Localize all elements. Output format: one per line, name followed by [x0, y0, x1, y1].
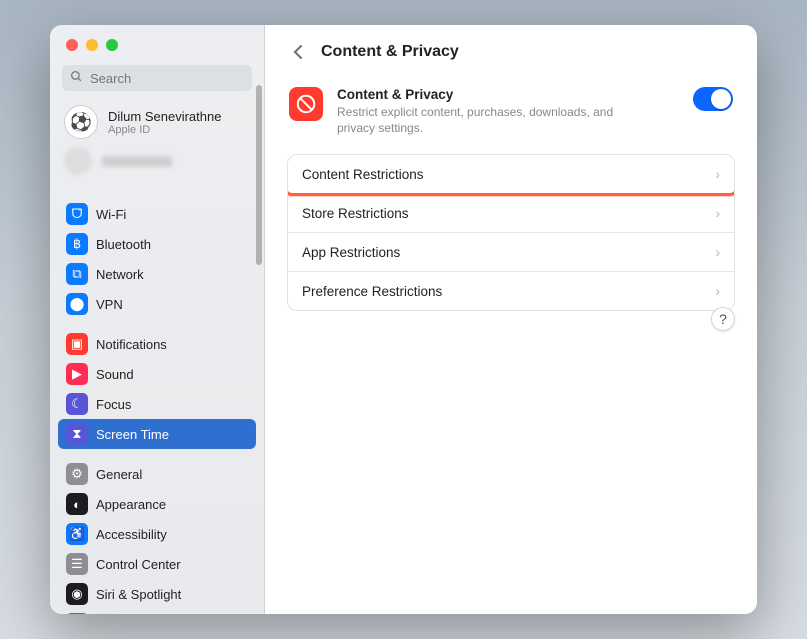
family-row[interactable] — [50, 145, 264, 185]
zoom-traffic-light[interactable] — [106, 39, 118, 51]
sound-icon: ▶ — [66, 363, 88, 385]
chevron-right-icon: › — [715, 166, 720, 182]
chevron-right-icon: › — [715, 205, 720, 221]
list-row-label: Store Restrictions — [302, 206, 409, 221]
user-sub: Apple ID — [108, 124, 221, 136]
card-desc: Restrict explicit content, purchases, do… — [337, 104, 637, 136]
content-privacy-icon — [289, 87, 323, 121]
sidebar-item-label: Sound — [96, 367, 134, 382]
sidebar-item-bluetooth[interactable]: ฿ Bluetooth — [58, 229, 256, 259]
sidebar-item-privacy-security[interactable]: ✋Privacy & Security — [58, 609, 256, 614]
avatar: ⚽ — [64, 105, 98, 139]
bluetooth-icon: ฿ — [66, 233, 88, 255]
content-privacy-toggle[interactable] — [693, 87, 733, 111]
sidebar-item-label: VPN — [96, 297, 123, 312]
list-row-label: App Restrictions — [302, 245, 400, 260]
close-traffic-light[interactable] — [66, 39, 78, 51]
list-row-label: Content Restrictions — [302, 167, 424, 182]
sidebar-item-label: Focus — [96, 397, 131, 412]
sidebar-item-label: Notifications — [96, 337, 167, 352]
accessibility-icon: ♿ — [66, 523, 88, 545]
minimize-traffic-light[interactable] — [86, 39, 98, 51]
back-button[interactable] — [287, 41, 309, 63]
list-row-preference-restrictions[interactable]: Preference Restrictions › — [288, 272, 734, 310]
list-row-store-restrictions[interactable]: Store Restrictions › — [288, 194, 734, 233]
settings-window: ⚽ Dilum Senevirathne Apple ID ᗜ̂ Wi-Fi ฿ Bl… — [50, 25, 757, 614]
content-header: Content & Privacy — [287, 37, 735, 77]
sidebar-item-screen-time[interactable]: ⧗ Screen Time — [58, 419, 256, 449]
family-avatar — [64, 147, 92, 175]
sidebar-item-label: Siri & Spotlight — [96, 587, 181, 602]
sidebar-item-accessibility[interactable]: ♿ Accessibility — [58, 519, 256, 549]
search-box — [62, 65, 252, 91]
control-center-icon: ☰ — [66, 553, 88, 575]
scrollbar[interactable] — [256, 85, 262, 265]
apple-id-row[interactable]: ⚽ Dilum Senevirathne Apple ID — [50, 101, 264, 145]
privacy-security-icon: ✋ — [66, 613, 88, 614]
sidebar-item-network[interactable]: ⧉ Network — [58, 259, 256, 289]
sidebar: ⚽ Dilum Senevirathne Apple ID ᗜ̂ Wi-Fi ฿ Bl… — [50, 25, 265, 614]
sidebar-nav: ᗜ̂ Wi-Fi ฿ Bluetooth ⧉ Network ⬤ VPN ▣ Notificati… — [50, 185, 264, 614]
appearance-icon: ◐ — [66, 493, 88, 515]
sidebar-item-focus[interactable]: ☾ Focus — [58, 389, 256, 419]
siri-spotlight-icon: ◉ — [66, 583, 88, 605]
restrictions-list: Content Restrictions › Store Restrictions ›… — [287, 154, 735, 311]
window-controls — [50, 25, 264, 51]
chevron-right-icon: › — [715, 283, 720, 299]
sidebar-item-label: Accessibility — [96, 527, 167, 542]
content-privacy-card: Content & Privacy Restrict explicit cont… — [287, 77, 735, 154]
vpn-icon: ⬤ — [66, 293, 88, 315]
sidebar-item-vpn[interactable]: ⬤ VPN — [58, 289, 256, 319]
sidebar-item-label: Bluetooth — [96, 237, 151, 252]
wi-fi-icon: ᗜ̂ — [66, 203, 88, 225]
search-input[interactable] — [62, 65, 252, 91]
toggle-knob — [711, 89, 731, 109]
sidebar-item-label: Appearance — [96, 497, 166, 512]
sidebar-item-notifications[interactable]: ▣ Notifications — [58, 329, 256, 359]
sidebar-item-label: Network — [96, 267, 144, 282]
network-icon: ⧉ — [66, 263, 88, 285]
card-title: Content & Privacy — [337, 87, 679, 102]
sidebar-item-control-center[interactable]: ☰ Control Center — [58, 549, 256, 579]
list-row-content-restrictions[interactable]: Content Restrictions › — [288, 155, 734, 194]
user-name: Dilum Senevirathne — [108, 109, 221, 124]
focus-icon: ☾ — [66, 393, 88, 415]
sidebar-item-label: Screen Time — [96, 427, 169, 442]
sidebar-item-label: Wi-Fi — [96, 207, 126, 222]
sidebar-item-label: General — [96, 467, 142, 482]
sidebar-item-wi-fi[interactable]: ᗜ̂ Wi-Fi — [58, 199, 256, 229]
screen-time-icon: ⧗ — [66, 423, 88, 445]
content-pane: Content & Privacy Content & Privacy Rest… — [265, 25, 757, 614]
sidebar-item-appearance[interactable]: ◐ Appearance — [58, 489, 256, 519]
general-icon: ⚙ — [66, 463, 88, 485]
help-button[interactable]: ? — [711, 307, 735, 331]
sidebar-item-siri-spotlight[interactable]: ◉ Siri & Spotlight — [58, 579, 256, 609]
family-name-redacted — [102, 156, 172, 167]
list-row-app-restrictions[interactable]: App Restrictions › — [288, 233, 734, 272]
sidebar-item-label: Control Center — [96, 557, 181, 572]
page-title: Content & Privacy — [321, 43, 459, 61]
sidebar-item-general[interactable]: ⚙ General — [58, 459, 256, 489]
search-icon — [70, 70, 83, 86]
sidebar-item-sound[interactable]: ▶ Sound — [58, 359, 256, 389]
list-row-label: Preference Restrictions — [302, 284, 442, 299]
notifications-icon: ▣ — [66, 333, 88, 355]
chevron-right-icon: › — [715, 244, 720, 260]
